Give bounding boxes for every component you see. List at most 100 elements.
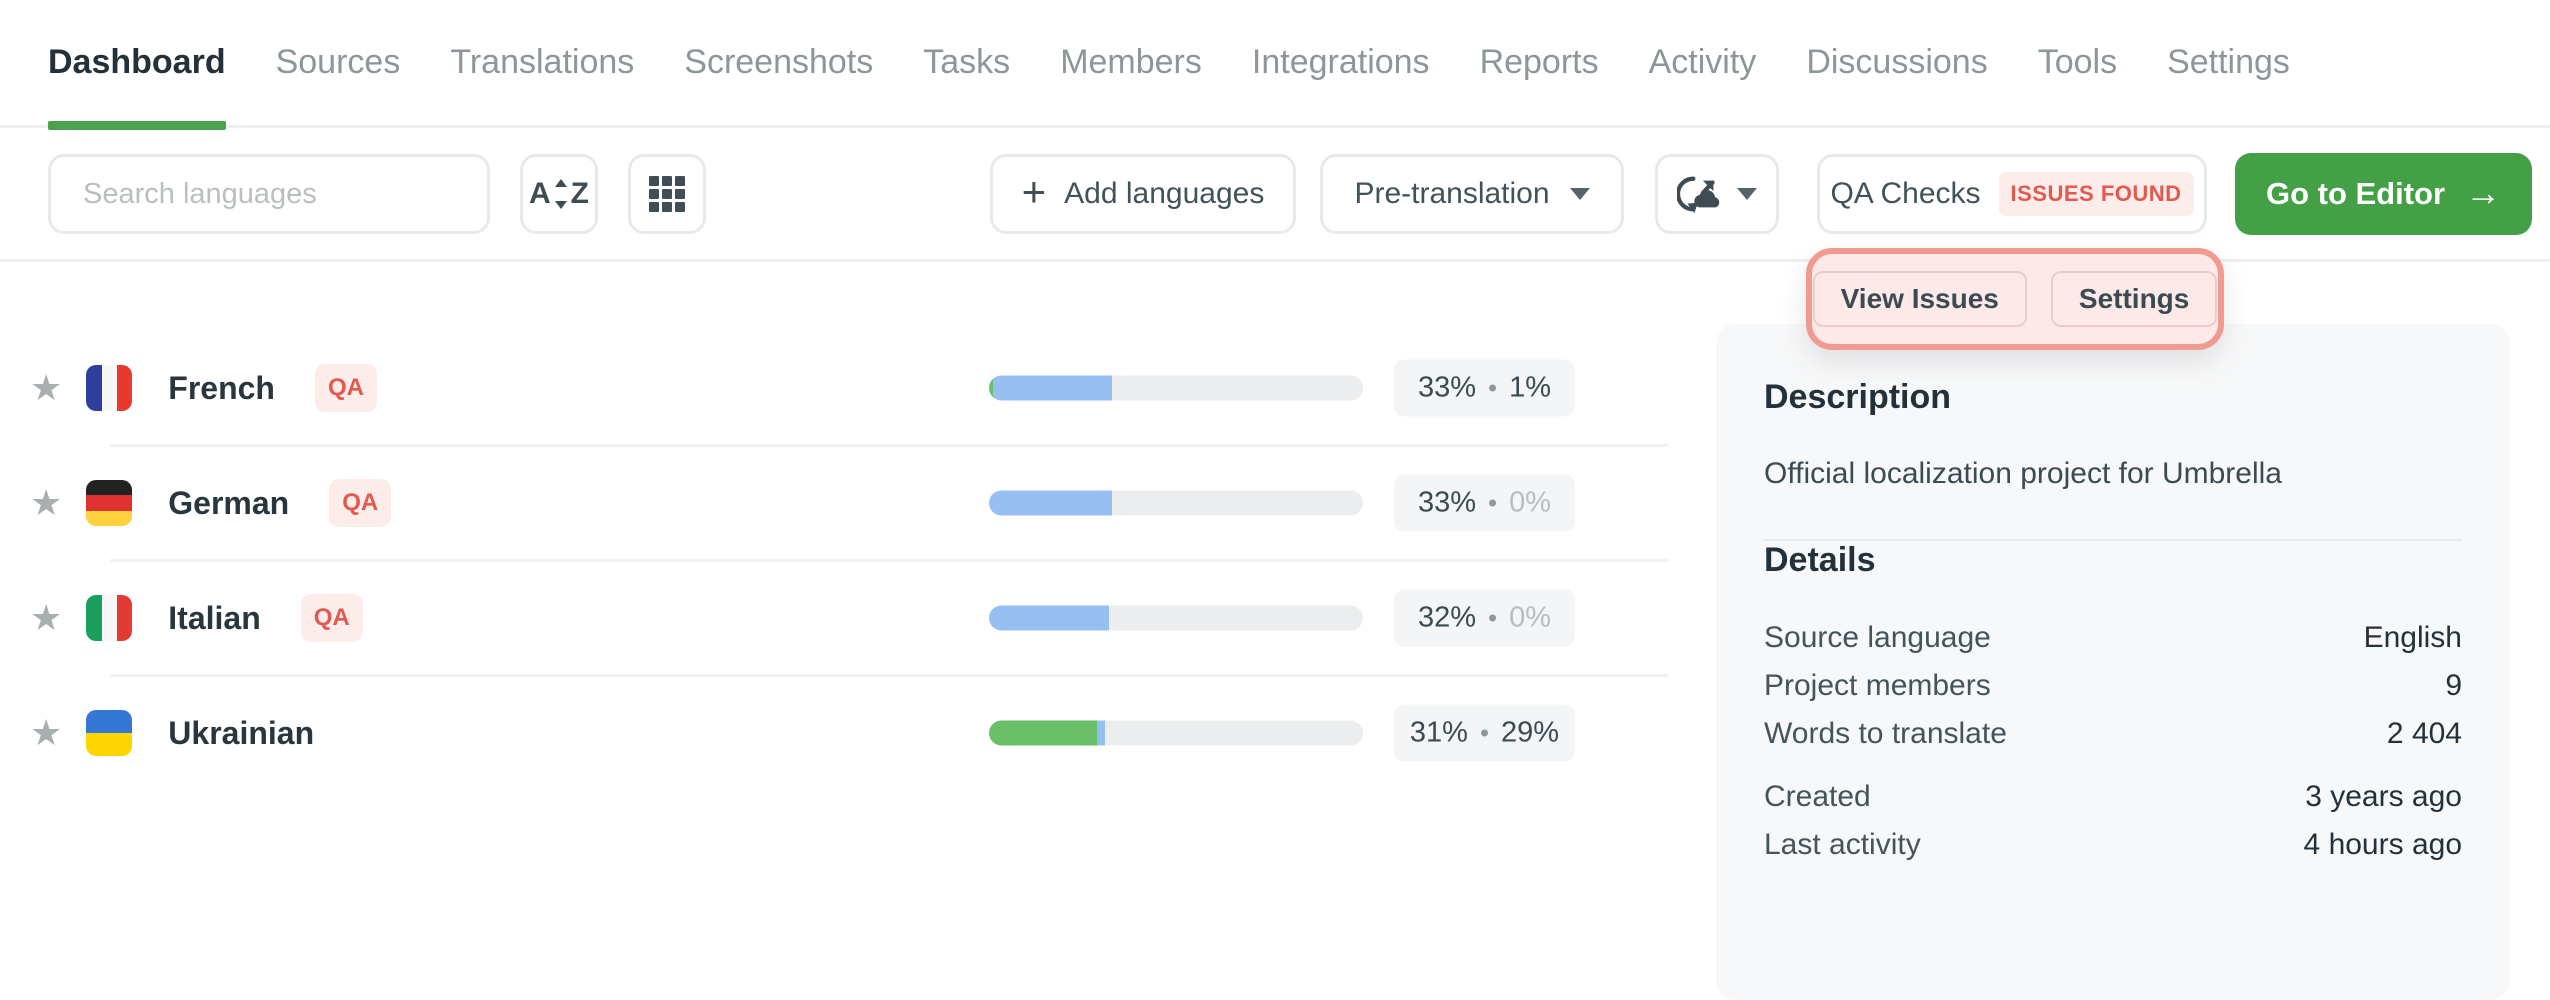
approved-percent: 0% — [1509, 487, 1551, 520]
plus-icon: + — [1022, 171, 1047, 213]
detail-value: English — [2364, 622, 2462, 653]
activity-rows: Created 3 years ago Last activity 4 hours a… — [1764, 781, 2462, 860]
detail-value: 3 years ago — [2305, 781, 2462, 812]
translation-progress-bar — [989, 606, 1363, 631]
translated-progress-segment — [993, 376, 1113, 401]
detail-row: Words to translate 2 404 — [1764, 718, 2462, 749]
language-list: ★ French QA 33% • 1% ★ German QA 33% • 0… — [0, 262, 1668, 789]
detail-label: Last activity — [1764, 829, 1921, 860]
language-name: Ukrainian — [168, 715, 314, 752]
go-to-editor-label: Go to Editor — [2266, 176, 2445, 212]
details-rows: Source language English Project members9 Wo… — [1764, 622, 2462, 749]
percent-separator: • — [1488, 603, 1497, 634]
nav-tab-screenshots[interactable]: Screenshots — [684, 0, 873, 127]
translated-percent: 32% — [1418, 602, 1476, 635]
add-languages-label: Add languages — [1064, 177, 1264, 211]
grid-view-icon — [649, 176, 685, 212]
approved-percent: 1% — [1509, 372, 1551, 405]
detail-row: Source language English — [1764, 622, 2462, 653]
qa-issues-badge[interactable]: QA — [329, 479, 391, 527]
qa-checks-button[interactable]: QA Checks ISSUES FOUND — [1817, 154, 2207, 234]
language-name: German — [168, 485, 289, 522]
nav-tab-dashboard[interactable]: Dashboard — [48, 0, 226, 127]
favorite-star-icon[interactable]: ★ — [30, 482, 62, 524]
nav-tab-tools[interactable]: Tools — [2038, 0, 2117, 127]
languages-toolbar: A Z + Add languages Pre-translation QA C… — [0, 128, 2550, 262]
detail-label: Project members — [1764, 670, 1991, 701]
favorite-star-icon[interactable]: ★ — [30, 712, 62, 754]
qa-issues-badge[interactable]: QA — [315, 364, 377, 412]
language-row[interactable]: ★ Ukrainian 31% • 29% — [0, 677, 1668, 789]
language-flag-icon — [86, 710, 132, 756]
machine-translation-icon — [1677, 171, 1723, 217]
approved-percent: 0% — [1509, 602, 1551, 635]
language-name: Italian — [168, 600, 260, 637]
qa-issues-badge[interactable]: QA — [301, 594, 363, 642]
nav-tab-reports[interactable]: Reports — [1480, 0, 1599, 127]
nav-tab-integrations[interactable]: Integrations — [1252, 0, 1430, 127]
percent-separator: • — [1480, 718, 1489, 749]
qa-settings-button[interactable]: Settings — [2051, 271, 2217, 327]
translated-percent: 33% — [1418, 372, 1476, 405]
favorite-star-icon[interactable]: ★ — [30, 597, 62, 639]
detail-value: 2 404 — [2387, 718, 2462, 749]
qa-checks-popover: View Issues Settings — [1806, 248, 2224, 350]
language-row[interactable]: ★ Italian QA 32% • 0% — [0, 562, 1668, 674]
search-input[interactable] — [48, 154, 490, 234]
translation-progress-bar — [989, 376, 1363, 401]
translated-percent: 31% — [1410, 717, 1468, 750]
pre-translation-label: Pre-translation — [1354, 177, 1549, 211]
sort-button[interactable]: A Z — [520, 154, 598, 234]
view-issues-button[interactable]: View Issues — [1813, 271, 2027, 327]
sort-arrows-icon — [555, 179, 567, 209]
sort-az-icon: Z — [571, 177, 589, 211]
translated-percent: 33% — [1418, 487, 1476, 520]
percent-separator: • — [1488, 488, 1497, 519]
nav-tab-tasks[interactable]: Tasks — [923, 0, 1010, 127]
add-languages-button[interactable]: + Add languages — [990, 154, 1296, 234]
grid-view-button[interactable] — [628, 154, 706, 234]
detail-label: Words to translate — [1764, 718, 2007, 749]
language-flag-icon — [86, 365, 132, 411]
detail-value: 4 hours ago — [2304, 829, 2462, 860]
approved-percent: 29% — [1501, 717, 1559, 750]
translation-progress-bar — [989, 721, 1363, 746]
percent-separator: • — [1488, 373, 1497, 404]
detail-row: Created 3 years ago — [1764, 781, 2462, 812]
translated-progress-segment — [1097, 721, 1104, 746]
project-nav: Dashboard Sources Translations Screenshots T… — [0, 0, 2550, 128]
progress-percent-badge: 33% • 0% — [1394, 475, 1575, 532]
chevron-down-icon — [1737, 188, 1757, 200]
detail-label: Created — [1764, 781, 1871, 812]
nav-tab-discussions[interactable]: Discussions — [1806, 0, 1987, 127]
arrow-right-icon: → — [2465, 175, 2501, 211]
nav-tab-translations[interactable]: Translations — [450, 0, 634, 127]
progress-percent-badge: 33% • 1% — [1394, 360, 1575, 417]
sort-az-icon: A — [529, 177, 551, 211]
detail-row: Last activity 4 hours ago — [1764, 829, 2462, 860]
chevron-down-icon — [1570, 188, 1590, 200]
detail-label: Source language — [1764, 622, 1991, 653]
translated-progress-segment — [989, 606, 1109, 631]
nav-tab-members[interactable]: Members — [1060, 0, 1202, 127]
go-to-editor-button[interactable]: Go to Editor → — [2235, 153, 2532, 235]
machine-translation-dropdown[interactable] — [1655, 154, 1779, 234]
favorite-star-icon[interactable]: ★ — [30, 367, 62, 409]
qa-checks-label: QA Checks — [1830, 177, 1980, 211]
language-row[interactable]: ★ French QA 33% • 1% — [0, 332, 1668, 444]
description-text: Official localization project for Umbrel… — [1764, 457, 2462, 491]
project-details-panel: Description Official localization projec… — [1716, 324, 2510, 1000]
language-flag-icon — [86, 595, 132, 641]
detail-row: Project members9 — [1764, 670, 2462, 701]
progress-percent-badge: 32% • 0% — [1394, 590, 1575, 647]
nav-tab-activity[interactable]: Activity — [1649, 0, 1757, 127]
language-row[interactable]: ★ German QA 33% • 0% — [0, 447, 1668, 559]
nav-tab-settings[interactable]: Settings — [2167, 0, 2290, 127]
pre-translation-dropdown[interactable]: Pre-translation — [1320, 154, 1624, 234]
approved-progress-segment — [989, 721, 1097, 746]
nav-tab-sources[interactable]: Sources — [276, 0, 401, 127]
issues-found-badge: ISSUES FOUND — [1999, 172, 2194, 216]
language-flag-icon — [86, 480, 132, 526]
language-name: French — [168, 370, 275, 407]
translation-progress-bar — [989, 491, 1363, 516]
